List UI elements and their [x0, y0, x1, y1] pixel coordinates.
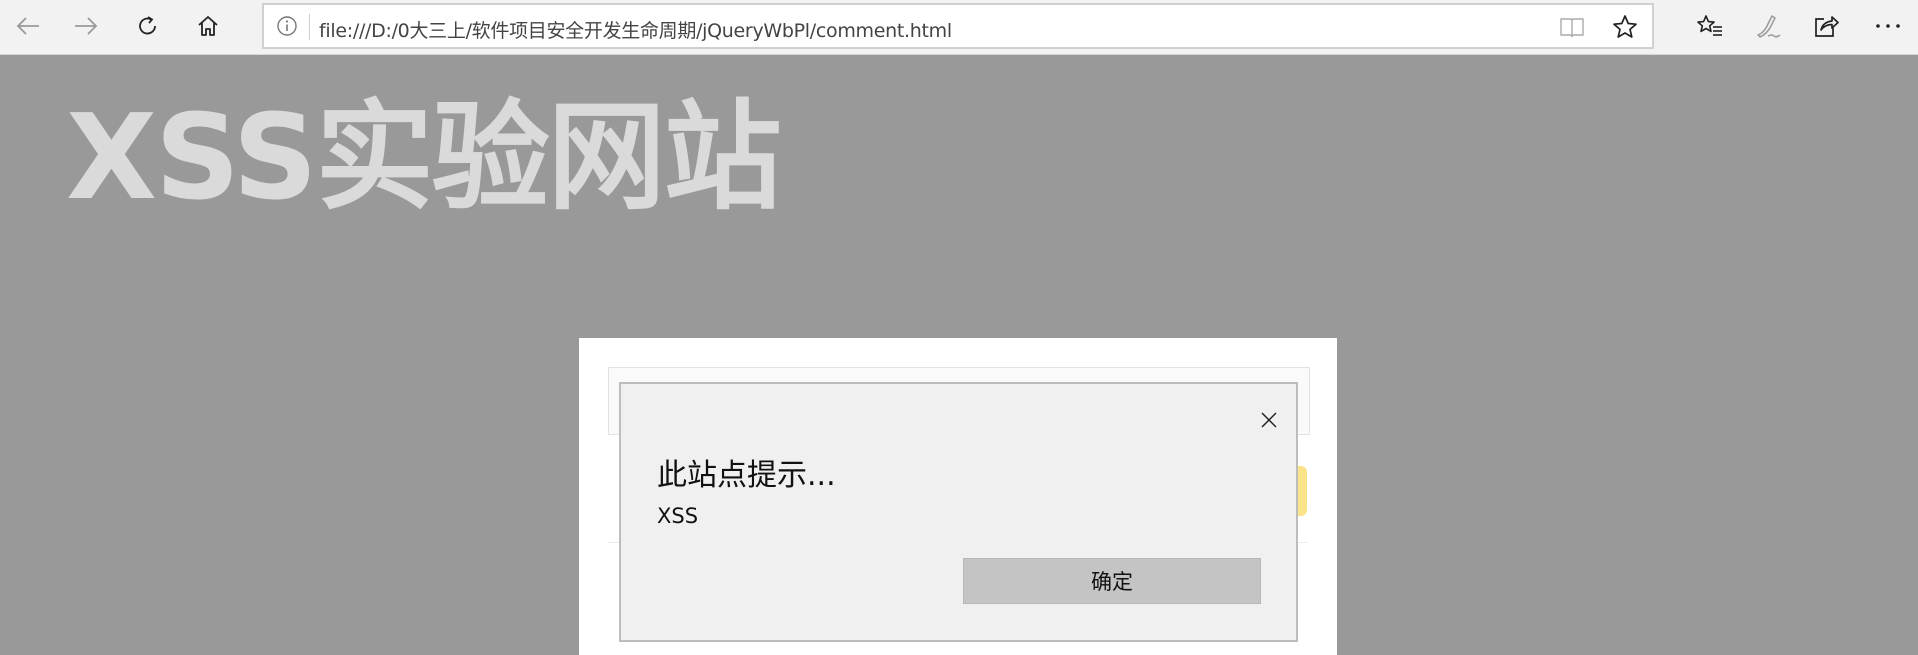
arrow-left-icon: [16, 17, 39, 35]
close-icon: [1261, 412, 1277, 428]
share-icon: [1815, 16, 1839, 37]
favorites-list-icon: [1697, 15, 1722, 36]
dialog-title: 此站点提示...: [657, 458, 836, 493]
forward-button[interactable]: [64, 6, 108, 46]
url-text[interactable]: file:///D:/0大三上/软件项目安全开发生命周期/jQueryWbPl/…: [319, 16, 952, 43]
refresh-button[interactable]: [126, 6, 170, 46]
share-button[interactable]: [1804, 6, 1848, 46]
home-button[interactable]: [186, 6, 230, 46]
back-button[interactable]: [6, 6, 50, 46]
more-button[interactable]: [1866, 6, 1910, 46]
ok-button[interactable]: 确定: [963, 558, 1261, 604]
reading-view-icon[interactable]: [1559, 15, 1585, 39]
address-bar[interactable]: file:///D:/0大三上/软件项目安全开发生命周期/jQueryWbPl/…: [262, 3, 1654, 49]
info-icon[interactable]: [276, 15, 298, 37]
notes-button[interactable]: [1746, 6, 1790, 46]
arrow-right-icon: [75, 17, 98, 35]
browser-toolbar: file:///D:/0大三上/软件项目安全开发生命周期/jQueryWbPl/…: [0, 0, 1918, 55]
close-button[interactable]: [1257, 408, 1281, 432]
home-icon: [198, 16, 218, 36]
alert-dialog: 此站点提示... XSS 确定: [619, 382, 1298, 642]
site-title: XSS实验网站: [66, 88, 782, 226]
star-icon[interactable]: [1612, 14, 1638, 40]
favorites-button[interactable]: [1688, 6, 1732, 46]
pen-icon: [1757, 15, 1781, 38]
dialog-message: XSS: [657, 504, 699, 528]
more-icon: [1876, 24, 1900, 28]
address-separator: [309, 14, 310, 40]
refresh-icon: [139, 16, 156, 35]
